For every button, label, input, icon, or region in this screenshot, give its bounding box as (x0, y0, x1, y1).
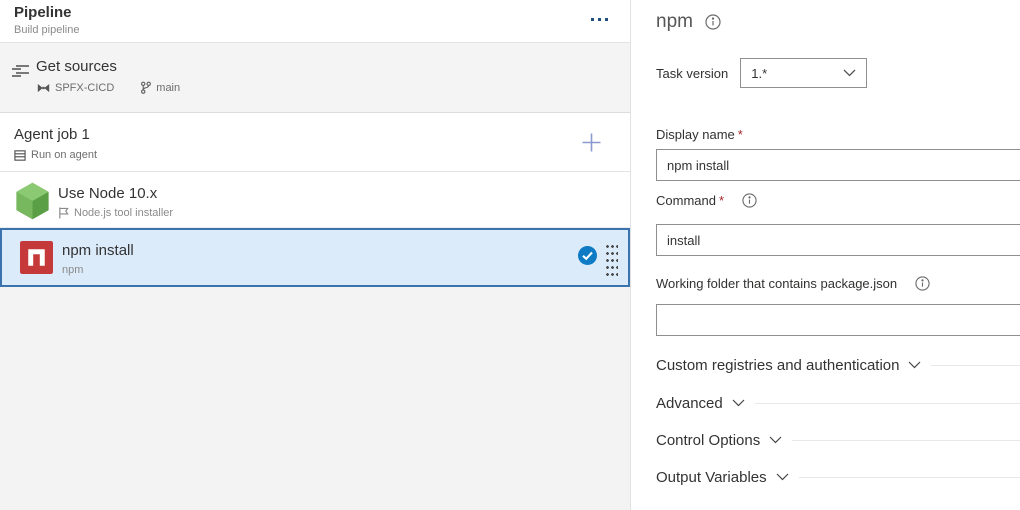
required-marker: * (719, 193, 724, 208)
section-control-options[interactable]: Control Options (656, 428, 1020, 452)
section-advanced[interactable]: Advanced (656, 391, 1020, 415)
task-row-npm-install[interactable]: npm install npm (0, 228, 630, 287)
pipeline-subtitle: Build pipeline (14, 24, 79, 36)
task-settings-title: npm (656, 11, 693, 33)
task-version-dropdown[interactable]: 1.* (740, 58, 867, 88)
pipeline-tasks-panel: Pipeline Build pipeline Get sources (0, 0, 630, 510)
nodejs-icon (14, 182, 51, 220)
branch-icon (140, 81, 151, 94)
get-sources-meta: SPFX-CICD main (37, 81, 180, 94)
task-title: Use Node 10.x (58, 185, 157, 202)
info-icon[interactable] (705, 14, 721, 30)
task-title: npm install (62, 242, 134, 259)
section-output-variables[interactable]: Output Variables (656, 465, 1020, 489)
command-label-row: Command* (656, 193, 757, 208)
npm-icon (20, 241, 53, 274)
task-settings-header: npm (656, 11, 721, 33)
task-subtitle-row: Node.js tool installer (58, 207, 173, 219)
chevron-down-icon (732, 399, 745, 407)
section-custom-registries[interactable]: Custom registries and authentication (656, 353, 1020, 377)
drag-handle[interactable] (604, 242, 618, 280)
chevron-down-icon (843, 69, 856, 77)
working-folder-label: Working folder that contains package.jso… (656, 276, 897, 291)
display-name-label: Display name* (656, 127, 743, 142)
command-input[interactable] (656, 224, 1020, 256)
flag-icon (58, 207, 69, 219)
task-version-label: Task version (656, 66, 728, 81)
section-divider (799, 477, 1020, 478)
task-subtitle: Node.js tool installer (74, 207, 173, 219)
task-subtitle: npm (62, 264, 83, 276)
section-divider (931, 365, 1020, 366)
agent-job-meta: Run on agent (14, 149, 97, 161)
required-marker: * (738, 127, 743, 142)
working-folder-label-row: Working folder that contains package.jso… (656, 276, 930, 291)
info-icon[interactable] (742, 193, 757, 208)
info-icon[interactable] (915, 276, 930, 291)
agent-job-row[interactable]: Agent job 1 Run on agent (0, 113, 630, 172)
task-version-row: Task version 1.* (656, 58, 867, 88)
chevron-down-icon (776, 473, 789, 481)
agent-job-subtitle: Run on agent (31, 149, 97, 161)
task-row-use-node[interactable]: Use Node 10.x Node.js tool installer (0, 172, 630, 228)
task-version-value: 1.* (751, 66, 843, 81)
section-divider (755, 403, 1020, 404)
add-task-button[interactable] (580, 131, 602, 153)
repo-item: SPFX-CICD (37, 81, 114, 94)
display-name-input[interactable] (656, 149, 1020, 181)
task-settings-panel: npm Task version 1.* Display name* (630, 0, 1020, 510)
agent-icon (14, 150, 26, 161)
plus-icon (581, 132, 602, 153)
get-sources-row[interactable]: Get sources SPFX-CICD (0, 43, 630, 113)
pipeline-title: Pipeline (14, 4, 72, 21)
ellipsis-icon (591, 18, 594, 21)
working-folder-input[interactable] (656, 304, 1020, 336)
command-label: Command* (656, 193, 724, 208)
task-subtitle-row: npm (62, 264, 83, 276)
chevron-down-icon (769, 436, 782, 444)
branch-item: main (140, 81, 180, 94)
chevron-down-icon (908, 361, 921, 369)
get-sources-icon (11, 63, 30, 80)
display-name-label-row: Display name* (656, 127, 743, 142)
section-divider (792, 440, 1020, 441)
branch-name: main (156, 82, 180, 94)
agent-job-title: Agent job 1 (14, 126, 90, 143)
repo-icon (37, 82, 50, 94)
more-options-button[interactable] (586, 12, 612, 26)
get-sources-title: Get sources (36, 58, 117, 75)
pipeline-editor: Pipeline Build pipeline Get sources (0, 0, 1020, 510)
task-selected-check-icon (578, 246, 597, 265)
repo-name: SPFX-CICD (55, 82, 114, 94)
pipeline-header: Pipeline Build pipeline (0, 0, 630, 43)
